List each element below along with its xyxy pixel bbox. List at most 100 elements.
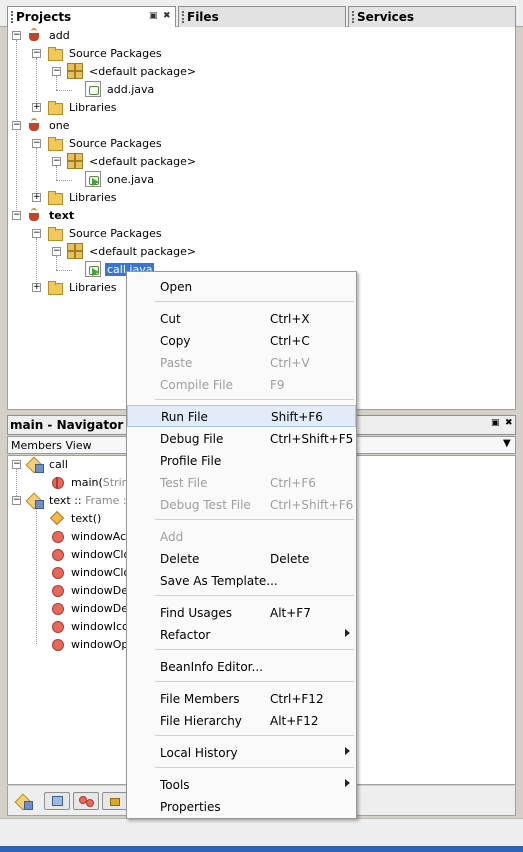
- menu-item-delete[interactable]: Delete Delete: [127, 548, 356, 570]
- collapse-toggle[interactable]: −: [12, 121, 21, 130]
- navigator-item-method[interactable]: windowClos: [49, 564, 138, 580]
- menu-item-label: Paste: [160, 356, 193, 370]
- collapse-toggle[interactable]: −: [32, 139, 41, 148]
- method-icon: [49, 528, 65, 544]
- tab-services[interactable]: Services: [348, 6, 516, 27]
- tab-files[interactable]: Files: [178, 6, 346, 27]
- menu-item-shortcut: Ctrl+X: [270, 312, 310, 326]
- inheritance-icon[interactable]: [16, 793, 34, 810]
- menu-item-save-as-template[interactable]: Save As Template...: [127, 570, 356, 592]
- collapse-toggle[interactable]: −: [12, 211, 21, 220]
- tree-node-file-add-java[interactable]: add.java: [85, 81, 156, 97]
- filter-static-button[interactable]: [73, 792, 99, 810]
- navigator-item-text-class[interactable]: text :: Frame :: [27, 492, 129, 509]
- source-folder-icon: [47, 225, 63, 241]
- minimize-icon[interactable]: ▣: [491, 418, 500, 428]
- menu-item-label: File Members: [160, 692, 240, 706]
- collapse-toggle[interactable]: −: [52, 247, 61, 256]
- navigator-item-main[interactable]: main(String: [49, 474, 138, 490]
- menu-item-tools[interactable]: Tools: [127, 774, 356, 796]
- menu-item-properties[interactable]: Properties: [127, 796, 356, 818]
- tree-node-label: <default package>: [89, 244, 197, 258]
- tree-node-libraries[interactable]: Libraries: [47, 189, 119, 205]
- tree-connector: [36, 238, 37, 288]
- static-method-icon: [49, 474, 65, 490]
- expand-toggle[interactable]: +: [32, 103, 41, 112]
- menu-item-open[interactable]: Open: [127, 276, 356, 298]
- expand-toggle[interactable]: +: [32, 193, 41, 202]
- tree-node-file-one-java[interactable]: one.java: [85, 171, 156, 187]
- chevron-down-icon[interactable]: ▼: [503, 438, 511, 449]
- tree-node-source-packages[interactable]: Source Packages: [47, 135, 164, 151]
- tab-projects-label: Projects: [16, 10, 72, 24]
- collapse-toggle[interactable]: −: [52, 67, 61, 76]
- menu-item-label: Delete: [160, 552, 200, 566]
- tree-node-default-package[interactable]: <default package>: [67, 153, 198, 169]
- filter-fields-button[interactable]: [44, 792, 70, 810]
- tree-connector: [56, 256, 57, 270]
- menu-item-local-history[interactable]: Local History: [127, 742, 356, 764]
- status-bar: [0, 818, 523, 846]
- navigator-item-method[interactable]: windowOpe: [49, 636, 137, 652]
- source-folder-icon: [47, 135, 63, 151]
- menu-item-label: Save As Template...: [160, 574, 278, 588]
- tree-node-label: one.java: [107, 172, 155, 186]
- navigator-item-constructor[interactable]: text(): [49, 510, 103, 526]
- tree-connector: [56, 76, 57, 90]
- menu-item-test-file[interactable]: Test File Ctrl+F6: [127, 472, 356, 494]
- menu-item-add[interactable]: Add: [127, 526, 356, 548]
- tree-node-default-package[interactable]: <default package>: [67, 243, 198, 259]
- menu-item-file-members[interactable]: File Members Ctrl+F12: [127, 688, 356, 710]
- tree-node-libraries[interactable]: Libraries: [47, 279, 119, 295]
- close-icon[interactable]: ✖: [163, 11, 171, 21]
- tree-node-source-packages[interactable]: Source Packages: [47, 225, 164, 241]
- menu-item-refactor[interactable]: Refactor: [127, 624, 356, 646]
- menu-item-cut[interactable]: Cut Ctrl+X: [127, 308, 356, 330]
- menu-item-debug-file[interactable]: Debug File Ctrl+Shift+F5: [127, 428, 356, 450]
- collapse-toggle[interactable]: −: [32, 229, 41, 238]
- submenu-arrow-icon: [345, 747, 350, 755]
- tab-projects[interactable]: Projects ▣ ✖: [7, 6, 176, 27]
- source-folder-icon: [47, 45, 63, 61]
- tree-node-source-packages[interactable]: Source Packages: [47, 45, 164, 61]
- menu-item-compile-file[interactable]: Compile File F9: [127, 374, 356, 396]
- project-add[interactable]: add: [27, 27, 72, 43]
- minimize-icon[interactable]: ▣: [149, 11, 158, 21]
- libraries-folder-icon: [47, 99, 63, 115]
- menu-separator: [155, 595, 354, 596]
- collapse-toggle[interactable]: −: [12, 496, 21, 505]
- project-text[interactable]: text: [27, 207, 76, 223]
- collapse-toggle[interactable]: −: [12, 460, 21, 469]
- runnable-java-file-icon: [85, 171, 101, 187]
- tree-node-libraries[interactable]: Libraries: [47, 99, 119, 115]
- navigator-item-method[interactable]: windowIcon: [49, 618, 138, 634]
- menu-item-file-hierarchy[interactable]: File Hierarchy Alt+F12: [127, 710, 356, 732]
- menu-item-debug-test-file[interactable]: Debug Test File Ctrl+Shift+F6: [127, 494, 356, 516]
- menu-item-beaninfo-editor[interactable]: BeanInfo Editor...: [127, 656, 356, 678]
- navigator-item-method[interactable]: windowActi: [49, 528, 135, 544]
- libraries-folder-icon: [47, 279, 63, 295]
- filter-private-button[interactable]: [102, 792, 128, 810]
- collapse-toggle[interactable]: −: [32, 49, 41, 58]
- method-icon: [49, 600, 65, 616]
- menu-item-shortcut: Ctrl+F6: [270, 476, 316, 490]
- tree-connector: [56, 270, 72, 271]
- menu-item-copy[interactable]: Copy Ctrl+C: [127, 330, 356, 352]
- tree-node-default-package[interactable]: <default package>: [67, 63, 198, 79]
- project-one[interactable]: one: [27, 117, 71, 133]
- menu-item-profile-file[interactable]: Profile File: [127, 450, 356, 472]
- collapse-toggle[interactable]: −: [12, 31, 21, 40]
- navigator-item-method[interactable]: windowDea: [49, 582, 137, 598]
- menu-item-find-usages[interactable]: Find Usages Alt+F7: [127, 602, 356, 624]
- menu-item-label: Run File: [161, 410, 208, 424]
- close-icon[interactable]: ✖: [505, 418, 513, 428]
- navigator-item-call[interactable]: call: [27, 456, 70, 473]
- collapse-toggle[interactable]: −: [52, 157, 61, 166]
- menu-item-run-file[interactable]: Run File Shift+F6: [127, 405, 356, 427]
- menu-item-label: File Hierarchy: [160, 714, 242, 728]
- field-filter-icon: [52, 796, 63, 806]
- navigator-item-method[interactable]: windowClos: [49, 546, 138, 562]
- expand-toggle[interactable]: +: [32, 283, 41, 292]
- method-icon: [49, 636, 65, 652]
- menu-item-paste[interactable]: Paste Ctrl+V: [127, 352, 356, 374]
